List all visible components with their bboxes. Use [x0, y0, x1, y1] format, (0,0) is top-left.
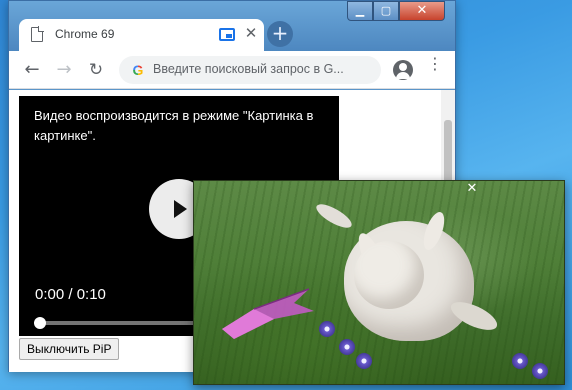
flower [512, 353, 528, 369]
menu-dots-icon[interactable]: ⋮ [427, 56, 443, 80]
exit-pip-button[interactable]: Выключить PiP [19, 338, 120, 360]
back-button[interactable]: ← [21, 59, 43, 81]
profile-icon[interactable] [393, 60, 413, 80]
forward-button[interactable]: → [53, 59, 75, 81]
pip-video-window[interactable]: ✕ [193, 180, 565, 385]
rabbit-head [354, 241, 424, 309]
document-icon [31, 26, 44, 42]
flower [532, 363, 548, 379]
new-tab-button[interactable]: + [267, 21, 293, 47]
flower [339, 339, 355, 355]
pip-status-message: Видео воспроизводится в режиме "Картинка… [34, 108, 314, 143]
browser-toolbar: ← → ↻ G Введите поисковый запрос в G... … [9, 51, 455, 89]
flower [356, 353, 372, 369]
browser-tab[interactable]: Chrome 69 ✕ [19, 19, 264, 51]
minimize-button[interactable]: ▁ [347, 1, 373, 21]
address-bar[interactable]: G Введите поисковый запрос в G... [119, 56, 381, 84]
seek-bar-handle[interactable] [34, 317, 46, 329]
maximize-button[interactable]: ▢ [373, 1, 399, 21]
tab-close-icon[interactable]: ✕ [243, 24, 259, 42]
pip-close-icon[interactable]: ✕ [466, 182, 478, 195]
picture-in-picture-icon [219, 28, 235, 41]
time-display: 0:00 / 0:10 [35, 286, 106, 303]
address-bar-placeholder: Введите поисковый запрос в G... [153, 62, 344, 76]
reload-button[interactable]: ↻ [85, 59, 107, 81]
flower [319, 321, 335, 337]
google-g-icon: G [129, 61, 147, 79]
butterfly-illustration [222, 288, 314, 339]
close-window-button[interactable]: ✕ [399, 1, 445, 21]
title-bar: Chrome 69 ✕ + ▁ ▢ ✕ [9, 1, 455, 53]
tab-title: Chrome 69 [55, 27, 115, 41]
